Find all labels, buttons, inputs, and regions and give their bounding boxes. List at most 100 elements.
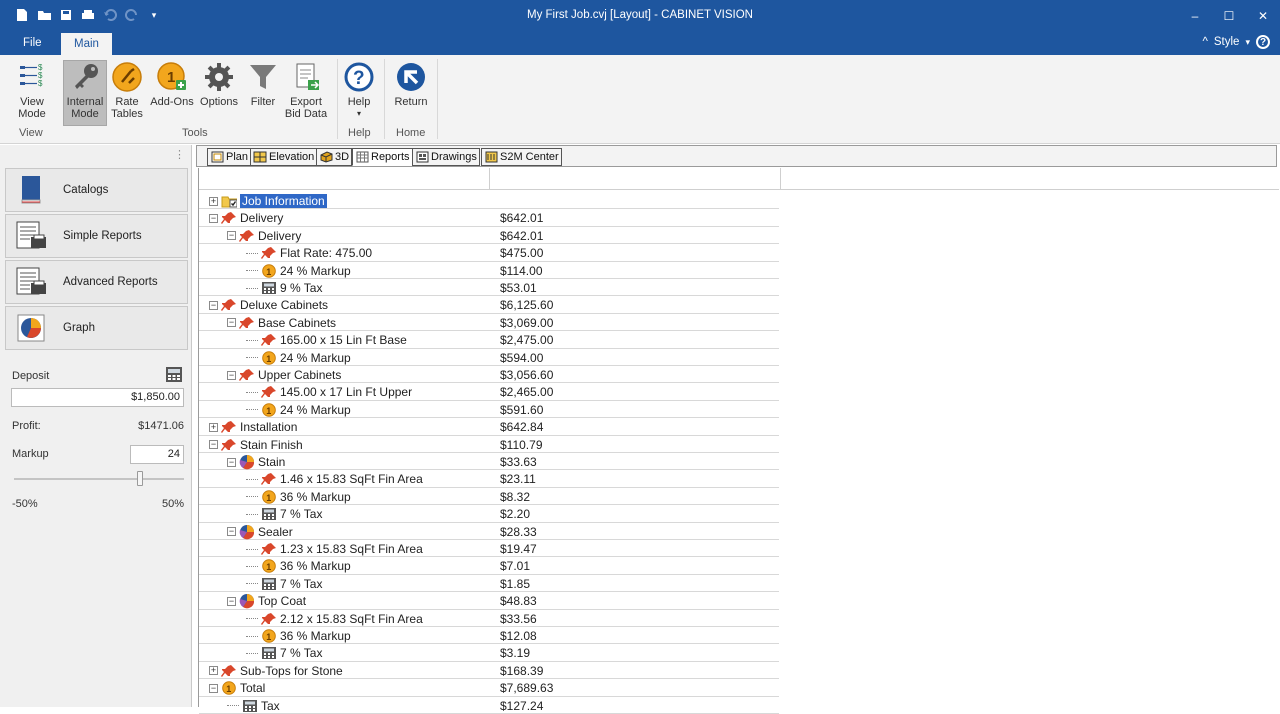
view-mode-button[interactable]: $ $ $ View Mode [10, 61, 54, 120]
row-value: $8.32 [500, 489, 531, 504]
help-icon[interactable]: ? [1256, 35, 1270, 49]
tab-s2m-center[interactable]: S2M Center [481, 148, 562, 166]
table-row[interactable]: 7 % Tax $2.20 [199, 505, 779, 523]
tree-connector [246, 357, 258, 359]
filter-button[interactable]: Filter [246, 61, 280, 108]
table-row[interactable]: 165.00 x 15 Lin Ft Base $2,475.00 [199, 331, 779, 349]
style-menu[interactable]: ^ Style ▾ ? [1202, 35, 1270, 49]
view-mode-icon: $ $ $ [10, 61, 54, 93]
tab-reports[interactable]: Reports [352, 148, 413, 166]
collapse-icon[interactable]: − [227, 231, 236, 241]
tab-file[interactable]: File [10, 32, 55, 55]
table-row[interactable]: 1 36 % Markup $8.32 [199, 488, 779, 506]
coin-icon: 1 [261, 263, 277, 278]
table-row[interactable]: − Upper Cabinets $3,056.60 [199, 366, 779, 384]
catalogs-button[interactable]: Catalogs [5, 168, 188, 212]
table-row[interactable]: − Stain $33.63 [199, 453, 779, 471]
table-row[interactable]: − Stain Finish $110.79 [199, 436, 779, 453]
column-header-name[interactable] [199, 168, 490, 190]
tab-elevation[interactable]: Elevation [250, 148, 318, 166]
table-row[interactable]: − Sealer $28.33 [199, 523, 779, 540]
table-row[interactable]: Flat Rate: 475.00 $475.00 [199, 244, 779, 262]
row-value: $2,475.00 [500, 333, 554, 348]
collapse-icon[interactable]: − [227, 318, 236, 328]
window-controls: – ☐ ✕ [1178, 0, 1280, 32]
tab-plan[interactable]: Plan [207, 148, 252, 166]
tab-s2m-center-label: S2M Center [500, 151, 559, 163]
return-label: Return [394, 96, 428, 108]
row-label: Stain [258, 455, 286, 469]
graph-button[interactable]: Graph [5, 306, 188, 350]
add-ons-button[interactable]: 1 Add-Ons [148, 61, 196, 108]
table-row[interactable]: + Job Information [199, 192, 779, 210]
collapse-icon[interactable]: − [209, 300, 218, 310]
expand-icon[interactable]: + [209, 196, 218, 206]
table-row[interactable]: − Base Cabinets $3,069.00 [199, 314, 779, 332]
table-row[interactable]: 9 % Tax $53.01 [199, 279, 779, 297]
internal-mode-button[interactable]: Internal Mode [63, 60, 107, 126]
rate-tables-button[interactable]: Rate Tables [110, 61, 144, 120]
table-row[interactable]: 1 24 % Markup $114.00 [199, 262, 779, 279]
maximize-icon[interactable]: ☐ [1212, 0, 1246, 32]
export-bid-data-button[interactable]: Export Bid Data [284, 61, 328, 120]
advanced-reports-label: Advanced Reports [63, 276, 158, 288]
options-button[interactable]: Options [198, 61, 240, 108]
row-name: 1.46 x 15.83 SqFt Fin Area [246, 472, 423, 486]
table-row[interactable]: 1 24 % Markup $591.60 [199, 401, 779, 419]
close-icon[interactable]: ✕ [1246, 0, 1280, 32]
table-row[interactable]: 1.23 x 15.83 SqFt Fin Area $19.47 [199, 540, 779, 558]
table-row[interactable]: 145.00 x 17 Lin Ft Upper $2,465.00 [199, 383, 779, 401]
markup-slider-thumb[interactable] [136, 471, 143, 486]
panel-grip-icon[interactable]: ⋮ [0, 145, 191, 166]
window-title: My First Job.cvj [Layout] - CABINET VISI… [526, 9, 753, 21]
table-row[interactable]: − Top Coat $48.83 [199, 592, 779, 610]
simple-reports-button[interactable]: Simple Reports [5, 214, 188, 258]
markup-slider-track[interactable] [14, 478, 184, 480]
deposit-field[interactable]: $1,850.00 [11, 388, 184, 407]
ribbon-tab-row: File Main ^ Style ▾ ? [0, 32, 1280, 55]
row-name: + Installation [209, 420, 297, 434]
tree-connector [246, 496, 258, 498]
tab-drawings[interactable]: Drawings [412, 148, 480, 166]
column-header-value[interactable] [490, 168, 781, 190]
collapse-icon[interactable]: − [227, 457, 236, 467]
collapse-icon[interactable]: − [209, 213, 218, 223]
table-row[interactable]: Tax $127.24 [199, 697, 779, 714]
table-row[interactable]: − Delivery $642.01 [199, 227, 779, 245]
expand-icon[interactable]: + [209, 422, 218, 432]
help-button[interactable]: ? Help ▾ [343, 61, 375, 120]
collapse-icon[interactable]: − [209, 440, 218, 450]
tab-3d[interactable]: 3D [316, 148, 353, 166]
collapse-icon[interactable]: − [227, 527, 236, 537]
row-value: $642.01 [500, 211, 544, 226]
calculator-icon[interactable] [165, 366, 183, 386]
table-row[interactable]: − Delivery $642.01 [199, 209, 779, 227]
options-label: Options [200, 96, 238, 108]
markup-field[interactable]: 24 [130, 445, 184, 464]
collapse-icon[interactable]: − [209, 683, 218, 693]
table-row[interactable]: 1 24 % Markup $594.00 [199, 349, 779, 366]
row-value: $2,465.00 [500, 385, 554, 400]
table-row[interactable]: 7 % Tax $1.85 [199, 575, 779, 593]
expand-icon[interactable]: + [209, 666, 218, 676]
title-bar: ▾ My First Job.cvj [Layout] - CABINET VI… [0, 0, 1280, 32]
row-label: Upper Cabinets [258, 368, 342, 382]
return-button[interactable]: Return [391, 61, 431, 108]
table-row[interactable]: 2.12 x 15.83 SqFt Fin Area $33.56 [199, 610, 779, 627]
slider-min-label: -50% [12, 498, 38, 510]
table-row[interactable]: − Deluxe Cabinets $6,125.60 [199, 296, 779, 314]
pie-chart-icon [16, 313, 46, 343]
minimize-icon[interactable]: – [1178, 0, 1212, 32]
table-row[interactable]: 1.46 x 15.83 SqFt Fin Area $23.11 [199, 470, 779, 488]
pin-icon [239, 229, 255, 243]
table-row[interactable]: −1 Total $7,689.63 [199, 679, 779, 697]
collapse-icon[interactable]: − [227, 370, 236, 380]
tab-main[interactable]: Main [61, 32, 112, 55]
table-row[interactable]: 1 36 % Markup $12.08 [199, 627, 779, 645]
table-row[interactable]: + Sub-Tops for Stone $168.39 [199, 662, 779, 680]
table-row[interactable]: 1 36 % Markup $7.01 [199, 557, 779, 575]
advanced-reports-button[interactable]: Advanced Reports [5, 260, 188, 304]
collapse-icon[interactable]: − [227, 596, 236, 606]
table-row[interactable]: + Installation $642.84 [199, 418, 779, 436]
table-row[interactable]: 7 % Tax $3.19 [199, 644, 779, 662]
